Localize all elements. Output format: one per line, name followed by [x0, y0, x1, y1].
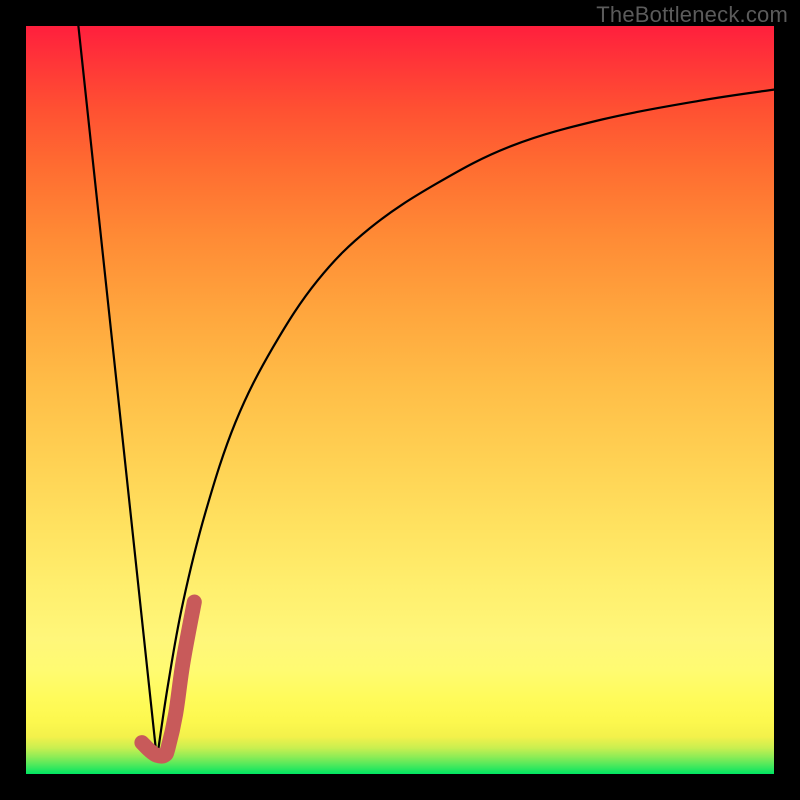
- chart-svg: [26, 26, 774, 774]
- watermark-text: TheBottleneck.com: [596, 2, 788, 28]
- curve-right-arm: [157, 90, 774, 759]
- chart-frame: TheBottleneck.com: [0, 0, 800, 800]
- plot-area: [26, 26, 774, 774]
- curve-left-arm: [78, 26, 156, 759]
